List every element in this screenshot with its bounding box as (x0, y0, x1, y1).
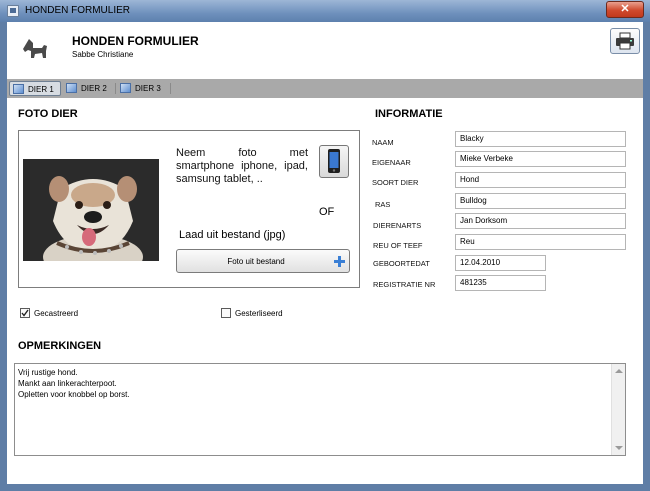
soort-dier-field[interactable]: Hond (455, 172, 626, 188)
or-label: OF (319, 206, 335, 218)
remarks-heading: OPMERKINGEN (18, 340, 102, 352)
smartphone-icon (328, 149, 340, 173)
picture-icon (66, 83, 77, 93)
bulldog-image (23, 159, 159, 261)
soort-dier-label: SOORT DIER (372, 178, 419, 187)
naam-field[interactable]: Blacky (455, 131, 626, 147)
geboortedat-label: GEBOORTEDAT (373, 259, 430, 268)
picture-icon (120, 83, 131, 93)
close-icon: ✕ (620, 3, 630, 15)
tab-dier-2[interactable]: DIER 2 (63, 81, 115, 96)
tab-bar: DIER 1 DIER 2 DIER 3 (7, 79, 643, 98)
registratie-nr-field[interactable]: 481235 (455, 275, 546, 291)
photo-from-file-button[interactable]: Foto uit bestand (176, 249, 350, 273)
checkmark-icon (21, 309, 29, 317)
scroll-up-icon[interactable] (615, 369, 623, 373)
registratie-nr-label: REGISTRATIE NR (373, 280, 436, 289)
window-title: HONDEN FORMULIER (25, 5, 131, 16)
naam-label: NAAM (372, 138, 394, 147)
info-section-heading: INFORMATIE (375, 108, 443, 120)
scroll-down-icon[interactable] (615, 446, 623, 450)
remarks-line: Vrij rustige hond. (18, 368, 78, 377)
eigenaar-field[interactable]: Mieke Verbeke (455, 151, 626, 167)
geboortedat-field[interactable]: 12.04.2010 (455, 255, 546, 271)
form-client-area: HONDEN FORMULIER Sabbe Christiane DIER 1… (7, 22, 643, 484)
load-from-file-label: Laad uit bestand (jpg) (179, 229, 286, 241)
gesterliseerd-label: Gesterliseerd (235, 309, 283, 318)
dierenarts-field[interactable]: Jan Dorksom (455, 213, 626, 229)
print-button[interactable] (610, 28, 640, 54)
picture-icon (13, 84, 24, 94)
tab-dier-1[interactable]: DIER 1 (9, 81, 61, 96)
gecastreerd-label: Gecastreerd (34, 309, 79, 318)
tab-label: DIER 2 (81, 84, 107, 93)
eigenaar-label: EIGENAAR (372, 158, 411, 167)
remarks-line: Opletten voor knobbel op borst. (18, 390, 130, 399)
dog-photo (23, 159, 159, 261)
reu-of-teef-label: REU OF TEEF (373, 241, 423, 250)
smartphone-button[interactable] (319, 145, 349, 178)
tab-label: DIER 1 (28, 85, 54, 94)
plus-icon (334, 256, 345, 267)
app-subtitle: Sabbe Christiane (72, 50, 134, 59)
photo-from-file-button-label: Foto uit bestand (227, 257, 285, 266)
app-icon (7, 5, 19, 17)
gecastreerd-checkbox[interactable] (20, 308, 30, 318)
window-frame: HONDEN FORMULIER ✕ HONDEN FORMULIER Sabb… (0, 0, 650, 491)
remarks-scrollbar[interactable] (611, 364, 625, 455)
tab-separator (170, 83, 171, 94)
title-bar[interactable]: HONDEN FORMULIER ✕ (0, 0, 650, 22)
app-title: HONDEN FORMULIER (72, 34, 199, 48)
photo-section-heading: FOTO DIER (18, 108, 78, 120)
gesterliseerd-checkbox[interactable] (221, 308, 231, 318)
tab-label: DIER 3 (135, 84, 161, 93)
reu-of-teef-field[interactable]: Reu (455, 234, 626, 250)
smartphone-instruction: Neem foto met smartphone iphone, ipad, s… (176, 147, 308, 185)
tab-separator (115, 83, 116, 94)
printer-icon (616, 32, 634, 50)
tab-dier-3[interactable]: DIER 3 (117, 81, 169, 96)
ras-label: RAS (375, 200, 391, 209)
remarks-textarea[interactable]: Vrij rustige hond. Mankt aan linkerachte… (14, 363, 626, 456)
dog-icon (23, 39, 47, 58)
remarks-line: Mankt aan linkerachterpoot. (18, 379, 117, 388)
dierenarts-label: DIERENARTS (373, 221, 422, 230)
ras-field[interactable]: Bulldog (455, 193, 626, 209)
photo-panel: Neem foto met smartphone iphone, ipad, s… (18, 130, 360, 288)
close-button[interactable]: ✕ (606, 1, 644, 18)
